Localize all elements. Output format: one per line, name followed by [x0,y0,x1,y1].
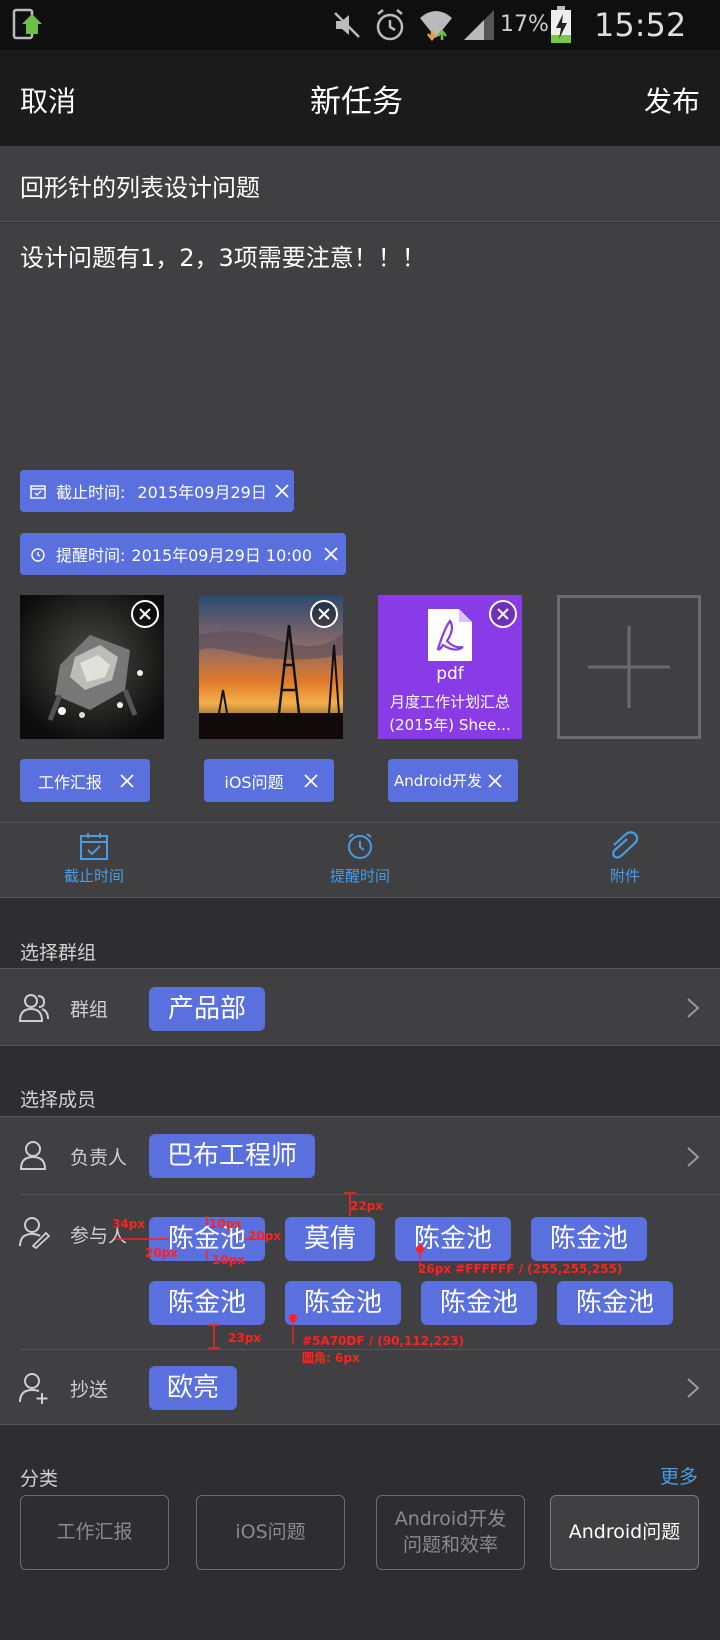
category-option-2[interactable]: iOS问题 [196,1495,345,1570]
category-option-4-selected[interactable]: Android问题 [550,1495,699,1570]
spec-annotation: 34px [112,1217,146,1231]
category-header: 分类 [20,1468,59,1490]
spec-annotation: 20px [145,1246,179,1260]
spec-annotation: 圆角: 6px [302,1351,360,1365]
category-option-3[interactable]: Android开发 问题和效率 [376,1495,525,1570]
more-categories-link[interactable]: 更多 [660,1462,698,1489]
spec-annotation: #5A70DF / (90,112,223) [302,1334,465,1348]
category-option-1[interactable]: 工作汇报 [20,1495,169,1570]
spec-annotation: 10px [212,1253,246,1267]
spec-annotation: 22px [350,1199,384,1213]
spec-annotation: 20px [248,1229,282,1243]
spec-annotation-lines [115,1192,424,1349]
spec-annotation: 23px [228,1331,262,1345]
spec-annotation: 10px [209,1217,243,1231]
spec-annotation: 26px #FFFFFF / (255,255,255) [418,1262,623,1276]
